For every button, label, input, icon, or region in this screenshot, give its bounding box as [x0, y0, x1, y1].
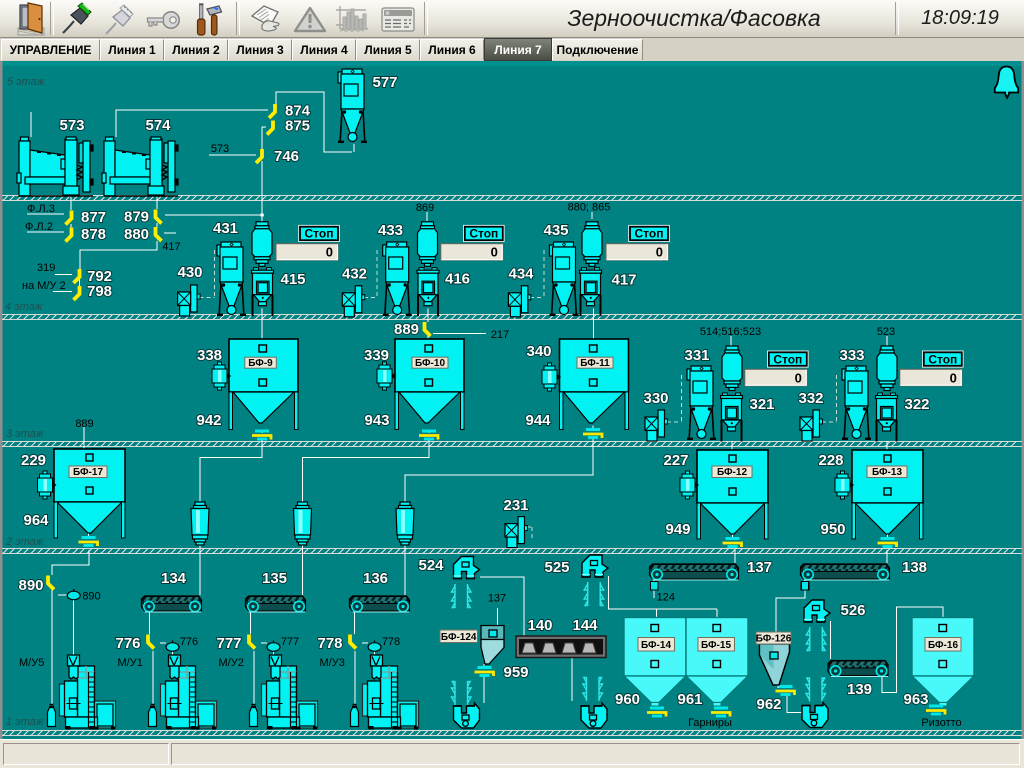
svg-text:875: 875: [285, 118, 310, 135]
svg-text:890: 890: [82, 591, 100, 603]
svg-text:137: 137: [488, 593, 506, 605]
svg-text:228: 228: [818, 452, 843, 469]
svg-text:877: 877: [81, 209, 106, 226]
svg-text:137: 137: [747, 559, 772, 576]
svg-text:415: 415: [280, 271, 305, 288]
svg-text:332: 332: [798, 390, 823, 407]
svg-text:524: 524: [418, 557, 444, 574]
svg-text:573: 573: [211, 143, 229, 155]
svg-text:889: 889: [75, 418, 93, 430]
svg-text:135: 135: [262, 570, 287, 587]
svg-text:М/У2: М/У2: [219, 657, 244, 669]
svg-text:942: 942: [196, 412, 221, 429]
svg-text:777: 777: [281, 636, 299, 648]
svg-text:880: 880: [124, 226, 149, 243]
svg-text:573: 573: [59, 117, 84, 134]
svg-text:434: 434: [508, 266, 534, 283]
svg-text:139: 139: [847, 681, 872, 698]
svg-text:БФ-126: БФ-126: [756, 634, 792, 645]
svg-text:5 этаж: 5 этаж: [7, 76, 45, 88]
svg-text:140: 140: [527, 617, 552, 634]
svg-text:514;516;523: 514;516;523: [700, 326, 761, 338]
svg-text:960: 960: [615, 691, 640, 708]
svg-text:433: 433: [378, 222, 403, 239]
svg-text:959: 959: [503, 664, 528, 681]
svg-text:777: 777: [216, 635, 241, 652]
svg-text:878: 878: [81, 226, 106, 243]
svg-text:778: 778: [317, 635, 342, 652]
svg-text:БФ-124: БФ-124: [441, 632, 477, 643]
svg-text:964: 964: [23, 512, 49, 529]
svg-text:340: 340: [526, 343, 551, 360]
svg-text:Ризотто: Ризотто: [921, 717, 961, 729]
svg-text:333: 333: [839, 347, 864, 364]
svg-text:Ф.Л.2: Ф.Л.2: [25, 221, 53, 233]
svg-text:776: 776: [115, 635, 140, 652]
svg-text:523: 523: [877, 326, 895, 338]
svg-text:430: 430: [177, 264, 202, 281]
svg-text:435: 435: [543, 222, 568, 239]
svg-text:М/У1: М/У1: [118, 657, 143, 669]
svg-text:1 этаж: 1 этаж: [6, 716, 44, 728]
svg-text:БФ-9: БФ-9: [248, 358, 273, 369]
svg-text:798: 798: [87, 283, 112, 300]
svg-text:Ф.Л.3: Ф.Л.3: [27, 203, 55, 215]
svg-text:4 этаж: 4 этаж: [5, 301, 43, 313]
svg-text:525: 525: [544, 559, 569, 576]
svg-text:330: 330: [643, 390, 668, 407]
svg-text:2 этаж: 2 этаж: [5, 536, 44, 548]
svg-text:944: 944: [525, 412, 551, 429]
svg-text:124: 124: [657, 592, 675, 604]
svg-text:963: 963: [903, 691, 928, 708]
svg-text:574: 574: [145, 117, 171, 134]
svg-text:БФ-13: БФ-13: [872, 467, 902, 478]
svg-text:144: 144: [572, 617, 598, 634]
svg-text:338: 338: [197, 347, 222, 364]
svg-text:949: 949: [665, 521, 690, 538]
svg-text:322: 322: [904, 396, 929, 413]
svg-text:М/У3: М/У3: [320, 657, 345, 669]
svg-text:БФ-10: БФ-10: [415, 358, 445, 369]
svg-text:3 этаж: 3 этаж: [6, 428, 44, 440]
svg-text:746: 746: [274, 148, 299, 165]
svg-text:БФ-15: БФ-15: [701, 640, 731, 651]
svg-text:339: 339: [364, 347, 389, 364]
svg-text:880; 865: 880; 865: [568, 202, 611, 214]
svg-text:962: 962: [756, 696, 781, 713]
svg-text:431: 431: [213, 220, 238, 237]
svg-text:136: 136: [363, 570, 388, 587]
svg-text:417: 417: [611, 272, 636, 289]
svg-text:526: 526: [840, 602, 865, 619]
svg-text:778: 778: [382, 636, 400, 648]
svg-text:БФ-16: БФ-16: [928, 640, 958, 651]
svg-text:Гарниры: Гарниры: [688, 717, 732, 729]
svg-text:на М/У 2: на М/У 2: [22, 280, 66, 292]
svg-text:869: 869: [416, 202, 434, 214]
svg-text:432: 432: [342, 266, 367, 283]
svg-text:776: 776: [180, 636, 198, 648]
svg-text:319: 319: [37, 262, 55, 274]
svg-text:879: 879: [124, 209, 149, 226]
svg-text:961: 961: [677, 691, 702, 708]
svg-text:231: 231: [503, 497, 528, 514]
svg-text:950: 950: [820, 521, 845, 538]
svg-text:138: 138: [902, 559, 927, 576]
svg-text:М/У5: М/У5: [19, 657, 44, 669]
svg-text:БФ-12: БФ-12: [717, 467, 747, 478]
svg-text:416: 416: [445, 271, 470, 288]
svg-text:889: 889: [394, 321, 419, 338]
svg-text:943: 943: [364, 412, 389, 429]
svg-text:577: 577: [372, 74, 397, 91]
svg-text:229: 229: [21, 452, 46, 469]
svg-text:331: 331: [684, 347, 709, 364]
svg-text:890: 890: [18, 577, 43, 594]
svg-text:134: 134: [161, 570, 187, 587]
svg-text:321: 321: [749, 396, 774, 413]
svg-text:417: 417: [162, 241, 180, 253]
svg-text:227: 227: [663, 452, 688, 469]
svg-text:БФ-11: БФ-11: [580, 358, 610, 369]
svg-text:БФ-17: БФ-17: [73, 467, 103, 478]
svg-text:БФ-14: БФ-14: [641, 640, 671, 651]
svg-text:217: 217: [491, 329, 509, 341]
